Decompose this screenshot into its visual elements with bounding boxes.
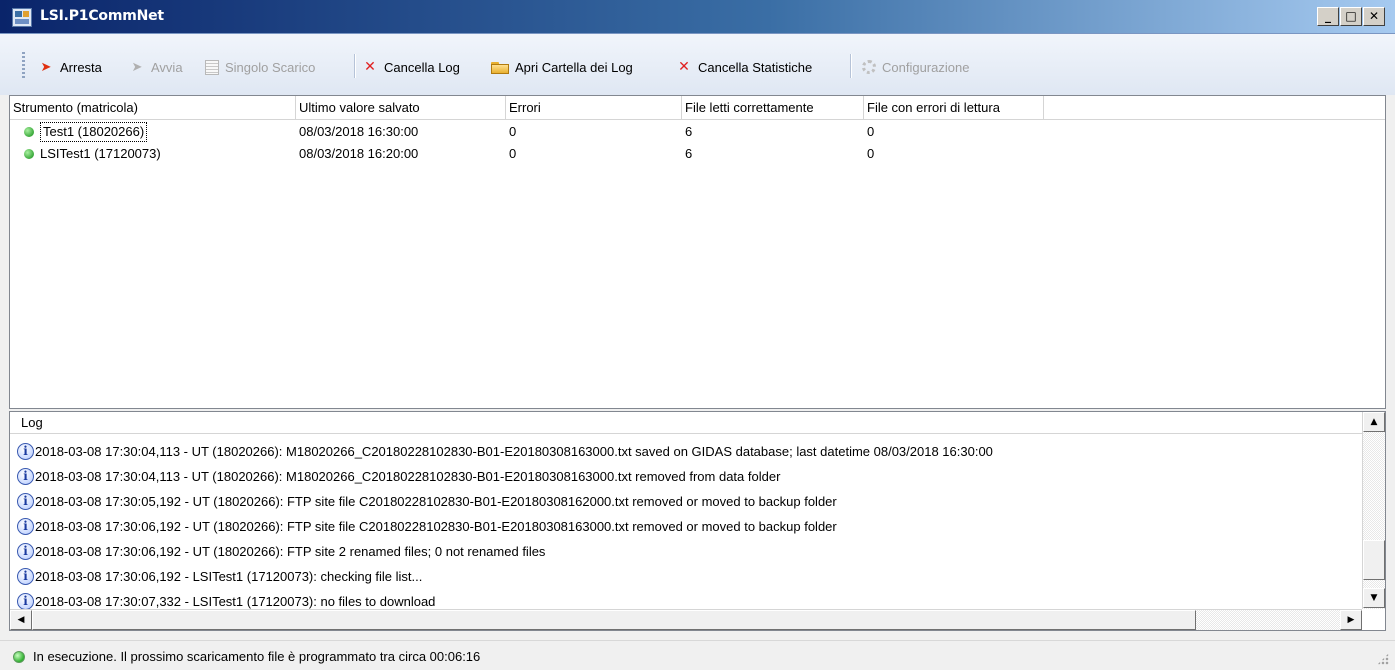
stop-label: Arresta [60,59,102,75]
scroll-thumb[interactable] [32,610,1196,630]
info-icon: i [17,542,34,560]
minimize-button[interactable]: _ [1317,7,1339,26]
instrument-list[interactable]: Strumento (matricola) Ultimo valore salv… [9,95,1386,409]
log-horizontal-scrollbar[interactable]: ◀ ▶ [10,609,1362,630]
scroll-left-icon[interactable]: ◀ [10,610,32,630]
scroll-up-icon[interactable]: ▲ [1363,412,1385,432]
clear-stats-button[interactable]: ✕ Cancella Statistiche [676,57,812,77]
configuration-button[interactable]: Configurazione [862,57,969,77]
log-text: 2018-03-08 17:30:07,332 - LSITest1 (1712… [35,593,436,609]
info-icon: i [17,492,34,510]
start-button[interactable]: ➤ Avvia [129,57,183,77]
log-text: 2018-03-08 17:30:04,113 - UT (18020266):… [35,443,993,459]
play-arrow-icon: ➤ [131,59,143,75]
files-error-cell: 0 [867,124,875,139]
log-entry[interactable]: i 2018-03-08 17:30:05,192 - UT (18020266… [17,489,837,513]
resize-grip-icon[interactable] [1377,653,1389,665]
open-log-folder-button[interactable]: Apri Cartella dei Log [491,57,633,77]
log-text: 2018-03-08 17:30:04,113 - UT (18020266):… [35,468,781,484]
clear-stats-label: Cancella Statistiche [698,59,813,75]
close-button[interactable]: ✕ [1363,7,1385,26]
log-entry[interactable]: i 2018-03-08 17:30:04,113 - UT (18020266… [17,464,780,488]
log-text: 2018-03-08 17:30:06,192 - UT (18020266):… [35,518,837,534]
info-icon: i [17,567,34,585]
instrument-name: LSITest1 (17120073) [40,146,161,161]
clear-log-button[interactable]: ✕ Cancella Log [362,57,460,77]
status-dot-icon [24,127,34,137]
column-header-files-error[interactable]: File con errori di lettura [864,96,1044,119]
log-panel[interactable]: Log i 2018-03-08 17:30:04,113 - UT (1802… [9,411,1386,631]
document-icon [205,59,219,75]
column-header-instrument[interactable]: Strumento (matricola) [10,96,296,119]
info-icon: i [17,442,34,460]
status-dot-icon [24,149,34,159]
start-label: Avvia [151,59,183,75]
log-header[interactable]: Log [10,412,1362,434]
log-entry[interactable]: i 2018-03-08 17:30:06,192 - LSITest1 (17… [17,564,422,588]
window-title: LSI.P1CommNet [40,8,164,24]
toolbar-grip[interactable] [22,52,25,78]
column-header-files-ok[interactable]: File letti correttamente [682,96,864,119]
last-saved-cell: 08/03/2018 16:20:00 [299,146,419,161]
files-ok-cell: 6 [685,146,693,161]
scroll-thumb[interactable] [1363,540,1385,580]
clear-log-label: Cancella Log [384,59,460,75]
scroll-right-icon[interactable]: ▶ [1340,610,1362,630]
maximize-button[interactable]: □ [1340,7,1362,26]
log-text: 2018-03-08 17:30:06,192 - LSITest1 (1712… [35,568,423,584]
title-bar: LSI.P1CommNet _ □ ✕ [0,0,1395,34]
info-icon: i [17,467,34,485]
status-bar: In esecuzione. Il prossimo scaricamento … [0,640,1395,670]
stop-button[interactable]: ➤ Arresta [38,57,102,77]
table-row[interactable]: Test1 (18020266) 08/03/2018 16:30:00 0 6… [10,121,1385,143]
list-header: Strumento (matricola) Ultimo valore salv… [10,96,1385,120]
status-indicator-icon [13,650,25,663]
log-entry[interactable]: i 2018-03-08 17:30:04,113 - UT (18020266… [17,439,993,463]
window-controls: _ □ ✕ [1316,7,1385,26]
toolbar: ➤ Arresta ➤ Avvia Singolo Scarico ✕ Canc… [0,34,1395,95]
log-entry[interactable]: i 2018-03-08 17:30:06,192 - UT (18020266… [17,514,837,538]
errors-cell: 0 [509,146,517,161]
delete-x-icon: ✕ [364,59,376,75]
errors-cell: 0 [509,124,517,139]
info-icon: i [17,592,34,610]
single-download-button[interactable]: Singolo Scarico [205,57,315,77]
column-header-errors[interactable]: Errori [506,96,682,119]
log-entry[interactable]: i 2018-03-08 17:30:06,192 - UT (18020266… [17,539,545,563]
single-download-label: Singolo Scarico [225,59,316,75]
app-icon [12,8,32,27]
files-ok-cell: 6 [685,124,693,139]
play-arrow-icon: ➤ [40,59,52,75]
status-message: In esecuzione. Il prossimo scaricamento … [33,649,481,664]
configuration-label: Configurazione [882,59,970,75]
column-header-last-saved[interactable]: Ultimo valore salvato [296,96,506,119]
toolbar-separator [354,54,356,78]
log-vertical-scrollbar[interactable]: ▲ ▼ [1362,412,1385,609]
files-error-cell: 0 [867,146,875,161]
log-text: 2018-03-08 17:30:05,192 - UT (18020266):… [35,493,837,509]
toolbar-separator [850,54,852,78]
scroll-down-icon[interactable]: ▼ [1363,588,1385,608]
delete-x-icon: ✕ [678,59,690,75]
gear-icon [862,60,876,74]
instrument-name: Test1 (18020266) [40,122,148,142]
last-saved-cell: 08/03/2018 16:30:00 [299,124,419,139]
table-row[interactable]: LSITest1 (17120073) 08/03/2018 16:20:00 … [10,143,1385,165]
folder-icon [491,61,509,74]
open-log-folder-label: Apri Cartella dei Log [515,59,633,75]
log-text: 2018-03-08 17:30:06,192 - UT (18020266):… [35,543,546,559]
info-icon: i [17,517,34,535]
